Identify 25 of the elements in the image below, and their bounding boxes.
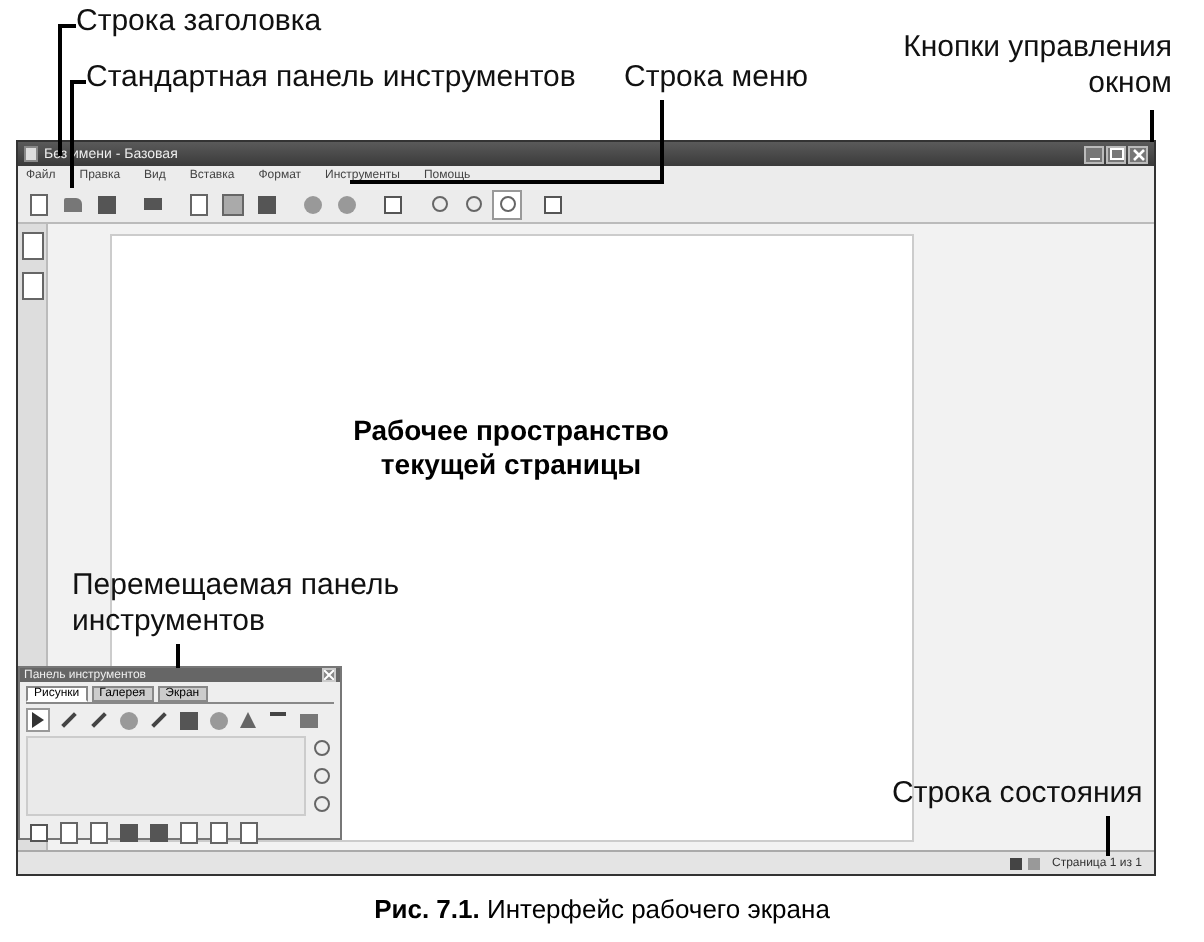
page-icon[interactable] xyxy=(206,820,230,844)
page-icon[interactable] xyxy=(86,820,110,844)
close-button[interactable] xyxy=(322,668,336,682)
callout-label: Кнопки управления окном xyxy=(901,30,1172,102)
minimize-button[interactable] xyxy=(1084,145,1104,163)
callout-label: Строка состояния xyxy=(892,776,1143,812)
square-icon xyxy=(1010,857,1023,869)
figure-caption: Рис. 7.1. Интерфейс рабочего экрана xyxy=(372,894,832,924)
close-button[interactable] xyxy=(1128,145,1148,163)
maximize-button[interactable] xyxy=(1106,145,1126,163)
square-icon[interactable] xyxy=(116,820,140,844)
page-icon[interactable] xyxy=(56,820,80,844)
page-icon[interactable] xyxy=(236,820,260,844)
new-document-icon[interactable] xyxy=(24,189,54,219)
callout-label: Рабочее пространство текущей страницы xyxy=(351,414,671,482)
page-icon[interactable] xyxy=(21,232,43,260)
page-icon[interactable] xyxy=(176,820,200,844)
square-icon[interactable] xyxy=(146,820,170,844)
callout-label: Перемещаемая панель инструментов xyxy=(72,568,402,640)
app-icon xyxy=(24,146,38,162)
square-icon xyxy=(1028,857,1041,869)
callout-label: Стандартная панель инструментов xyxy=(86,60,576,96)
callout-label: Строка заголовка xyxy=(76,4,322,40)
callout-label: Строка меню xyxy=(624,60,808,96)
square-icon[interactable] xyxy=(176,708,200,732)
